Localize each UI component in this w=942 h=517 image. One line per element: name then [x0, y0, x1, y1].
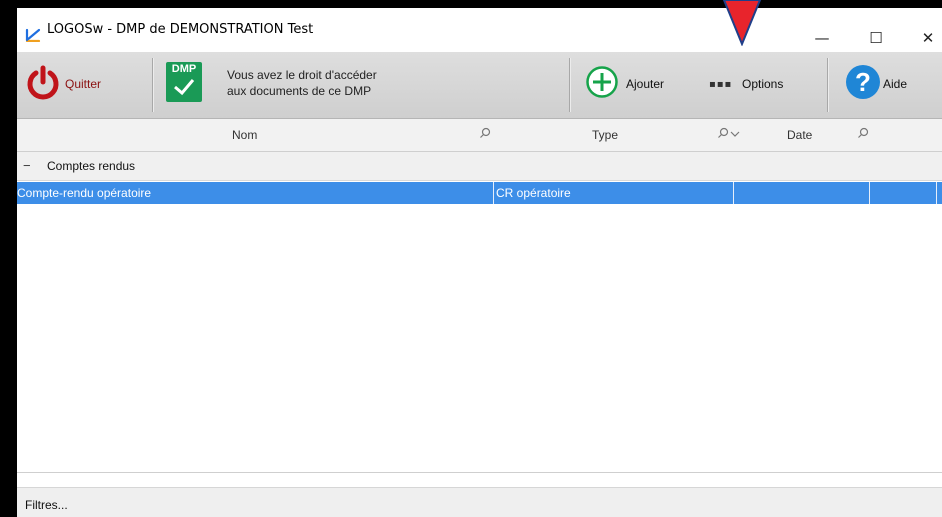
collapse-toggle[interactable]: −: [23, 158, 31, 173]
cell-date[interactable]: [734, 182, 870, 204]
quit-button[interactable]: Quitter: [65, 77, 101, 91]
window-title: LOGOSw - DMP de DEMONSTRATION Test: [47, 22, 314, 37]
search-icon[interactable]: [857, 127, 869, 139]
table-row[interactable]: Compte-rendu opératoire CR opératoire: [17, 182, 942, 204]
column-header-nom[interactable]: Nom: [232, 128, 257, 142]
column-header-type[interactable]: Type: [592, 128, 618, 142]
filters-button[interactable]: Filtres...: [25, 498, 68, 512]
screen-top-band: [17, 0, 942, 8]
cell-type[interactable]: CR opératoire: [494, 182, 734, 204]
dmp-check-icon: DMP: [166, 62, 202, 102]
logos-app-icon: [25, 28, 41, 42]
grid-bottom-border: [17, 472, 942, 473]
red-arrow-indicator: [722, 0, 762, 46]
search-icon[interactable]: [717, 127, 729, 139]
dmp-message-line1: Vous avez le droit d'accéder: [227, 68, 377, 82]
group-row[interactable]: − Comptes rendus: [17, 152, 942, 181]
cell-nom[interactable]: Compte-rendu opératoire: [17, 182, 494, 204]
grid-header: Nom Type Date: [17, 119, 942, 152]
column-header-date[interactable]: Date: [787, 128, 812, 142]
toolbar: Quitter DMP Vous avez le droit d'accéder…: [17, 52, 942, 119]
toolbar-separator: [152, 58, 154, 112]
title-bar[interactable]: LOGOSw - DMP de DEMONSTRATION Test — ☐ ✕: [17, 8, 942, 52]
grid-body[interactable]: [17, 204, 942, 472]
dmp-message-line2: aux documents de ce DMP: [227, 84, 372, 98]
checkmark-icon: [174, 79, 195, 96]
dmp-access-message: Vous avez le droit d'accéder aux documen…: [227, 67, 447, 99]
chevron-down-icon[interactable]: [730, 130, 740, 138]
options-button[interactable]: Options: [742, 77, 783, 91]
power-icon[interactable]: [25, 65, 61, 101]
toolbar-separator: [827, 58, 829, 112]
more-dots-icon[interactable]: ▪▪▪: [709, 79, 732, 90]
group-label: Comptes rendus: [47, 159, 136, 173]
dmp-badge-text: DMP: [171, 63, 197, 75]
search-icon[interactable]: [479, 127, 491, 139]
plus-circle-icon[interactable]: [585, 65, 619, 99]
cell-extra[interactable]: [870, 182, 937, 204]
status-bar: Filtres...: [17, 487, 942, 517]
question-icon[interactable]: ?: [846, 65, 880, 99]
toolbar-separator: [569, 58, 571, 112]
add-button[interactable]: Ajouter: [626, 77, 664, 91]
app-window: LOGOSw - DMP de DEMONSTRATION Test — ☐ ✕…: [17, 0, 942, 517]
help-button[interactable]: Aide: [883, 77, 907, 91]
